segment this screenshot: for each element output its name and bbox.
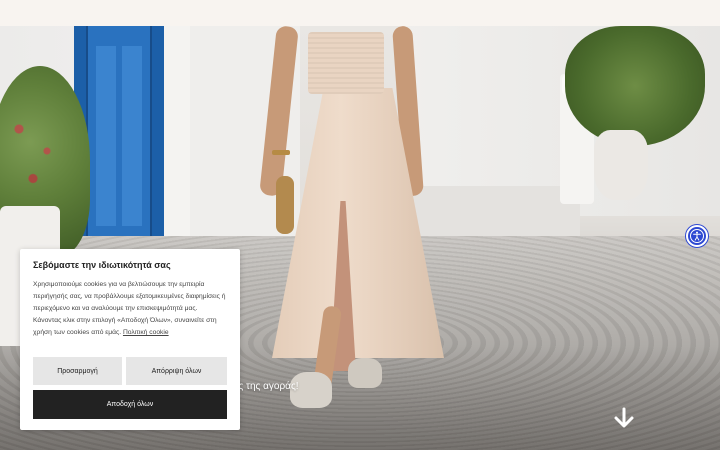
- reject-all-button[interactable]: Απόρριψη όλων: [126, 357, 227, 385]
- cookie-consent-banner: Σεβόμαστε την ιδιωτικότητά σας Χρησιμοπο…: [20, 249, 240, 430]
- planter: [594, 130, 648, 200]
- customize-button[interactable]: Προσαρμογή: [33, 357, 122, 385]
- cookie-policy-link[interactable]: Πολιτική cookie: [123, 329, 169, 336]
- cookie-body-text: Χρησιμοποιούμε cookies για να βελτιώσουμ…: [33, 281, 226, 336]
- clutch-bag: [276, 176, 294, 234]
- sandal: [348, 358, 382, 388]
- accept-all-button[interactable]: Αποδοχή όλων: [33, 390, 227, 419]
- cookie-description: Χρησιμοποιούμε cookies για να βελτιώσουμ…: [33, 279, 227, 339]
- cookie-title: Σεβόμαστε την ιδιωτικότητά σας: [33, 260, 171, 270]
- arrow-down-icon[interactable]: [612, 406, 636, 430]
- accessibility-button[interactable]: [686, 225, 708, 247]
- site-header: [0, 0, 720, 26]
- plant: [565, 26, 705, 146]
- accessibility-icon: [690, 229, 704, 243]
